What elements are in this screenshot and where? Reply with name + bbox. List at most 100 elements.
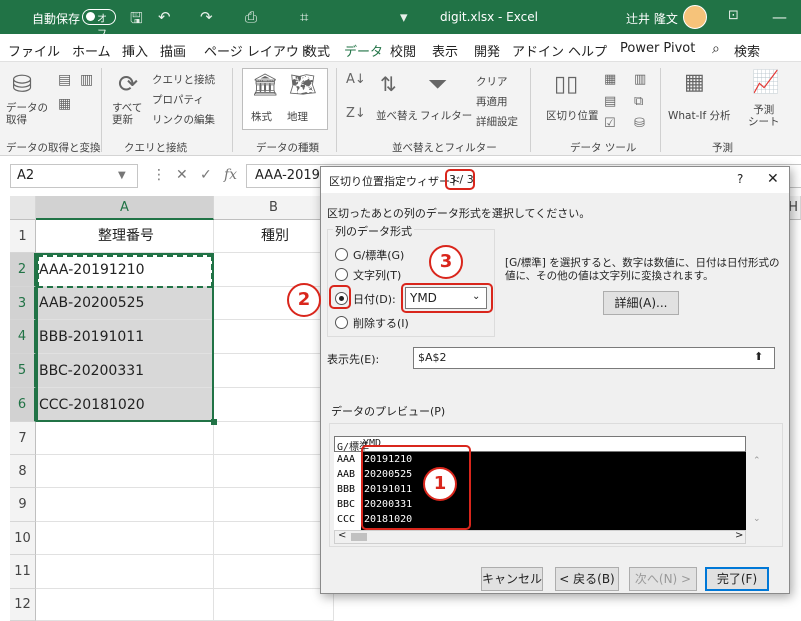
cell-a5[interactable]: BBC-20200331 bbox=[36, 354, 214, 388]
advanced-filter-button[interactable]: 詳細設定 bbox=[476, 114, 518, 129]
cell-a4[interactable]: BBB-20191011 bbox=[36, 320, 214, 354]
tab-power-pivot[interactable]: Power Pivot bbox=[620, 41, 695, 56]
row-header[interactable]: 4 bbox=[10, 320, 36, 354]
flash-fill-icon[interactable]: ▦ bbox=[604, 72, 616, 87]
sort-asc-icon[interactable]: A↓ bbox=[346, 72, 366, 87]
collapse-dialog-icon[interactable]: ⬆ bbox=[754, 350, 763, 363]
sort-button[interactable]: 並べ替え bbox=[376, 108, 418, 123]
data-model-icon[interactable]: ⛁ bbox=[634, 116, 645, 131]
cell-a7[interactable] bbox=[36, 422, 214, 455]
camera-icon[interactable]: ⌗ bbox=[300, 8, 308, 26]
what-if-button[interactable]: What-If 分析 bbox=[668, 108, 731, 123]
cell-a12[interactable] bbox=[36, 589, 214, 621]
help-button[interactable]: ? bbox=[737, 172, 743, 186]
header-cell-a1[interactable]: 整理番号 bbox=[36, 220, 214, 253]
queries-connections-button[interactable]: クエリと接続 bbox=[152, 72, 215, 87]
cell-b7[interactable] bbox=[214, 422, 334, 455]
cell-b2[interactable] bbox=[214, 253, 334, 287]
minimize-icon[interactable]: — bbox=[772, 8, 787, 26]
radio-text[interactable] bbox=[335, 268, 348, 281]
save-icon[interactable]: 🖫 bbox=[130, 8, 143, 33]
remove-duplicates-icon[interactable]: ▤ bbox=[604, 94, 616, 109]
row-header[interactable]: 8 bbox=[10, 455, 36, 488]
text-to-columns-button[interactable]: 区切り位置 bbox=[546, 108, 599, 123]
column-header-a[interactable]: A bbox=[36, 196, 214, 220]
cell-b5[interactable] bbox=[214, 354, 334, 388]
destination-input[interactable]: $A$2 ⬆ bbox=[413, 347, 775, 369]
row-header[interactable]: 5 bbox=[10, 354, 36, 388]
radio-general[interactable] bbox=[335, 248, 348, 261]
cell-a9[interactable] bbox=[36, 488, 214, 522]
cell-b11[interactable] bbox=[214, 555, 334, 589]
enter-icon[interactable]: ✓ bbox=[200, 167, 212, 183]
cell-b9[interactable] bbox=[214, 488, 334, 522]
consolidate-icon[interactable]: ▥ bbox=[634, 72, 646, 87]
ribbon-display-icon[interactable]: ⊡ bbox=[728, 8, 739, 23]
radio-text-label[interactable]: 文字列(T) bbox=[353, 267, 401, 283]
date-format-select[interactable]: YMD ⌄ bbox=[405, 287, 487, 309]
search-icon[interactable]: ⌕ bbox=[712, 41, 720, 57]
customize-qat-icon[interactable]: ▾ bbox=[400, 8, 408, 26]
row-header[interactable]: 6 bbox=[10, 388, 36, 422]
header-cell-b1[interactable]: 種別 bbox=[214, 220, 334, 253]
row-header[interactable]: 3 bbox=[10, 287, 36, 320]
select-all-corner[interactable] bbox=[10, 196, 36, 220]
next-button[interactable]: 次へ(N) > bbox=[629, 567, 697, 591]
tab-file[interactable]: ファイル bbox=[8, 41, 60, 60]
tab-draw[interactable]: 描画 bbox=[160, 41, 186, 60]
scroll-right-icon[interactable]: > bbox=[735, 530, 743, 541]
scroll-down-icon[interactable]: ⌄ bbox=[753, 514, 761, 524]
cell-b12[interactable] bbox=[214, 589, 334, 621]
row-header[interactable]: 7 bbox=[10, 422, 36, 455]
tab-review[interactable]: 校閲 bbox=[390, 41, 416, 60]
relationships-icon[interactable]: ⧉ bbox=[634, 94, 643, 109]
from-web-icon[interactable]: ▦ bbox=[58, 96, 71, 112]
row-header[interactable]: 12 bbox=[10, 589, 36, 621]
filter-button[interactable]: フィルター bbox=[420, 108, 472, 123]
back-button[interactable]: < 戻る(B) bbox=[555, 567, 619, 591]
scroll-left-icon[interactable]: < bbox=[338, 530, 346, 541]
sort-desc-icon[interactable]: Z↓ bbox=[346, 106, 366, 121]
cancel-icon[interactable]: ✕ bbox=[176, 167, 188, 183]
redo-icon[interactable]: ↷ bbox=[200, 8, 213, 26]
avatar[interactable] bbox=[683, 5, 707, 29]
row-header[interactable]: 9 bbox=[10, 488, 36, 522]
refresh-all-button[interactable]: すべて 更新 bbox=[112, 102, 142, 126]
radio-general-label[interactable]: G/標準(G) bbox=[353, 247, 404, 263]
insert-function-icon[interactable]: fx bbox=[224, 167, 237, 183]
radio-date[interactable] bbox=[335, 292, 348, 305]
tab-insert[interactable]: 挿入 bbox=[122, 41, 148, 60]
row-header[interactable]: 10 bbox=[10, 522, 36, 555]
get-data-button[interactable]: データの 取得 bbox=[6, 102, 48, 126]
cell-a10[interactable] bbox=[36, 522, 214, 555]
row-header[interactable]: 2 bbox=[10, 253, 36, 287]
geography-button[interactable]: 地理 bbox=[287, 109, 308, 124]
column-header-b[interactable]: B bbox=[214, 196, 334, 220]
radio-skip-label[interactable]: 削除する(I) bbox=[353, 315, 409, 331]
close-icon[interactable]: ✕ bbox=[767, 171, 779, 187]
properties-button[interactable]: プロパティ bbox=[152, 92, 204, 107]
name-box-dropdown-icon[interactable]: ▼ bbox=[118, 170, 126, 181]
data-types-gallery[interactable]: 🏛 🗺 株式 地理 bbox=[242, 68, 328, 130]
preview-horizontal-scrollbar[interactable]: < > bbox=[334, 530, 746, 544]
preview-vertical-scrollbar[interactable]: ⌃ ⌄ bbox=[750, 452, 764, 530]
preview-col-2-header[interactable]: YMD bbox=[363, 438, 381, 449]
tab-home[interactable]: ホーム bbox=[72, 41, 111, 60]
from-table-icon[interactable]: ▥ bbox=[80, 72, 93, 88]
radio-date-label[interactable]: 日付(D): bbox=[353, 291, 396, 307]
cell-b10[interactable] bbox=[214, 522, 334, 555]
cell-a2[interactable]: AAA-20191210 bbox=[36, 253, 214, 287]
scroll-thumb[interactable] bbox=[351, 533, 367, 541]
cell-b8[interactable] bbox=[214, 455, 334, 488]
clear-button[interactable]: クリア bbox=[476, 74, 508, 89]
edit-links-button[interactable]: リンクの編集 bbox=[152, 112, 215, 127]
data-validation-icon[interactable]: ☑ bbox=[604, 116, 616, 131]
scroll-up-icon[interactable]: ⌃ bbox=[753, 456, 761, 466]
row-header[interactable]: 11 bbox=[10, 555, 36, 589]
autosave-toggle[interactable]: オフ bbox=[82, 9, 116, 40]
stocks-button[interactable]: 株式 bbox=[251, 109, 272, 124]
tab-help[interactable]: ヘルプ bbox=[568, 41, 607, 60]
cancel-button[interactable]: キャンセル bbox=[481, 567, 543, 591]
from-text-icon[interactable]: ▤ bbox=[58, 72, 71, 88]
cell-a8[interactable] bbox=[36, 455, 214, 488]
